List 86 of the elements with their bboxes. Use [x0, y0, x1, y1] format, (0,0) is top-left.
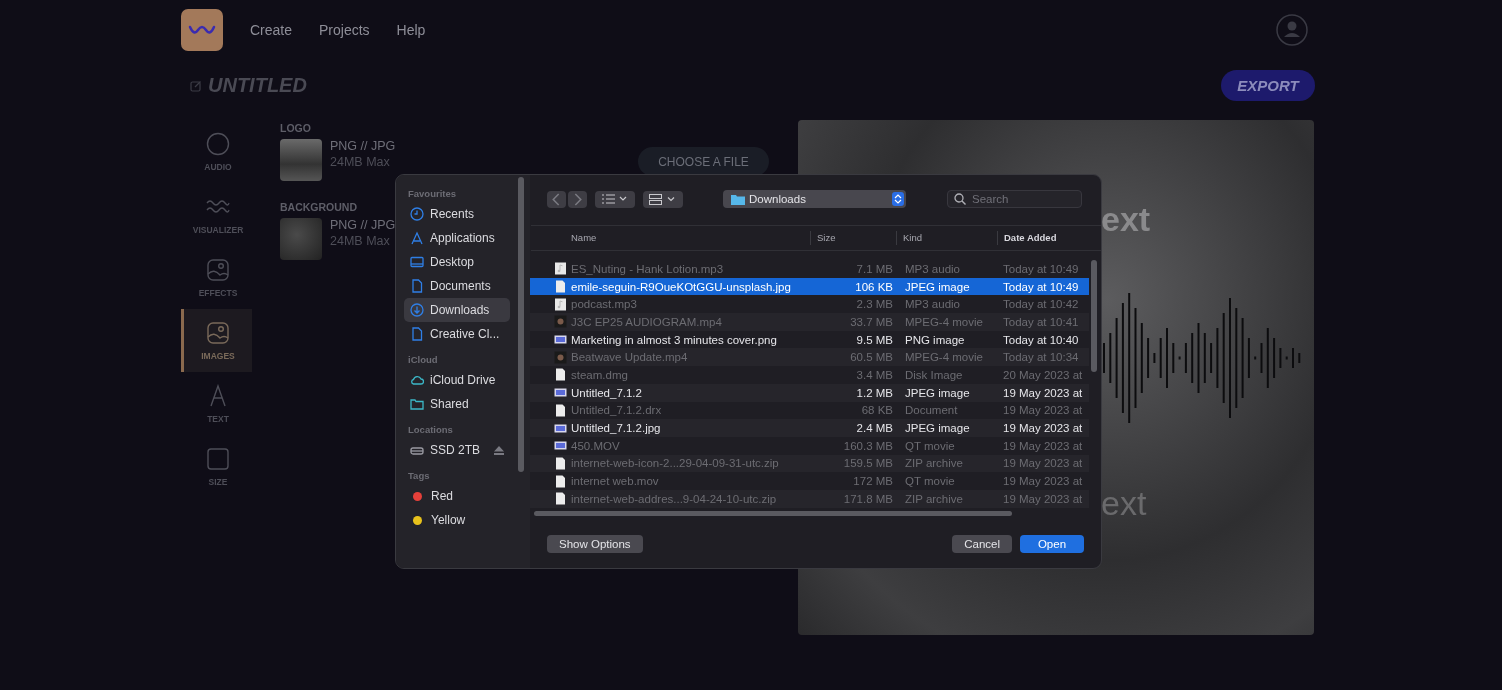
- sidebar-icon: [410, 303, 424, 317]
- file-row[interactable]: internet web.mov 172 MB QT movie 19 May 2023 at: [530, 472, 1089, 490]
- sidebar-item[interactable]: Red: [404, 484, 510, 508]
- location-dropdown[interactable]: Downloads: [723, 190, 906, 208]
- column-header[interactable]: Name: [531, 231, 810, 245]
- file-row[interactable]: Marketing in almost 3 minutes cover.png 9.5 MB PNG image Today at 10:40: [530, 330, 1089, 349]
- file-icon: [554, 315, 567, 329]
- format-label: PNG // JPG: [330, 139, 396, 153]
- file-icon: [554, 474, 567, 488]
- nav-link[interactable]: Projects: [319, 22, 370, 38]
- file-row[interactable]: 450.MOV 160.3 MB QT movie 19 May 2023 at: [530, 436, 1089, 455]
- nav-link[interactable]: Help: [396, 22, 426, 38]
- file-row[interactable]: ES_Nuting - Hank Lotion.mp3 7.1 MB MP3 audio Today at 10:49: [530, 260, 1089, 278]
- sidebar-item[interactable]: Applications: [404, 226, 510, 250]
- export-button[interactable]: EXPORT: [1221, 70, 1315, 101]
- upload-heading: LOGO: [280, 122, 312, 134]
- column-header[interactable]: Kind: [896, 231, 997, 245]
- sidebar-icon: [410, 397, 424, 411]
- photo-placeholder: [280, 218, 322, 260]
- sidebar-icon: [410, 255, 424, 269]
- sidebar-icon: [410, 207, 424, 221]
- file-icon: [554, 492, 567, 506]
- file-icon: [554, 297, 567, 311]
- list-view-button[interactable]: [595, 190, 635, 208]
- format-label: PNG // JPG: [330, 218, 396, 232]
- sidebar-item[interactable]: Recents: [404, 202, 510, 226]
- sidebar-heading: iCloud: [407, 354, 439, 365]
- sidebar-heading: Tags: [407, 470, 431, 481]
- column-header[interactable]: Size: [810, 231, 896, 245]
- column-header[interactable]: Date Added: [997, 231, 1089, 245]
- file-icon: [554, 456, 567, 470]
- show-options-button[interactable]: Show Options: [547, 535, 643, 553]
- file-row[interactable]: podcast.mp3 2.3 MB MP3 audio Today at 10:42: [530, 295, 1089, 314]
- up-down-chevron-icon: [892, 192, 904, 206]
- file-icon: [554, 403, 567, 417]
- file-icon: [554, 350, 567, 364]
- photo-placeholder: [280, 139, 322, 181]
- tool-tab[interactable]: IMAGES: [181, 309, 252, 372]
- file-icon: [554, 280, 567, 294]
- app-logo[interactable]: [181, 9, 223, 51]
- cancel-button[interactable]: Cancel: [952, 535, 1012, 553]
- file-row[interactable]: emile-seguin-R9OueKOtGGU-unsplash.jpg 106 KB JPEG image Today at 10:49: [530, 277, 1089, 296]
- scrollbar[interactable]: [1091, 260, 1097, 372]
- back-forward-control[interactable]: [547, 190, 587, 208]
- file-row[interactable]: steam.dmg 3.4 MB Disk Image 20 May 2023 at: [530, 366, 1089, 384]
- sidebar-item[interactable]: Creative Cl...: [404, 322, 510, 346]
- list-view-icon: [602, 194, 628, 204]
- file-row[interactable]: Untitled_7.1.2.jpg 2.4 MB JPEG image 19 May 2023 at: [530, 419, 1089, 437]
- sidebar-item[interactable]: Desktop: [404, 250, 510, 274]
- sidebar-item[interactable]: iCloud Drive: [404, 368, 510, 392]
- file-row[interactable]: Untitled_7.1.2.drx 68 KB Document 19 May 2023 at: [530, 401, 1089, 420]
- tool-icon: [206, 131, 230, 156]
- size-limit: 24MB Max: [330, 155, 391, 169]
- file-icon: [554, 439, 567, 453]
- sidebar-icon: [410, 279, 424, 293]
- upload-heading: BACKGROUND: [280, 201, 358, 213]
- file-icon: [554, 368, 567, 382]
- sidebar-icon: [410, 373, 424, 387]
- preview-title: ext: [1101, 202, 1152, 236]
- eject-icon[interactable]: [494, 445, 504, 455]
- grid-view-button[interactable]: [643, 190, 683, 208]
- nav-link[interactable]: Create: [250, 22, 293, 38]
- sidebar-item[interactable]: SSD 2TB: [404, 438, 510, 462]
- sidebar-item[interactable]: Documents: [404, 274, 510, 298]
- sidebar-item[interactable]: Shared: [404, 392, 510, 416]
- file-icon: [554, 262, 567, 276]
- file-row[interactable]: Untitled_7.1.2 1.2 MB JPEG image 19 May 2023 at: [530, 383, 1089, 402]
- file-icon: [554, 333, 567, 347]
- sidebar-heading: Locations: [407, 424, 454, 435]
- sidebar-item[interactable]: Yellow: [404, 508, 510, 532]
- search-field[interactable]: Search: [947, 190, 1082, 208]
- open-button[interactable]: Open: [1020, 535, 1084, 553]
- tool-icon: [206, 257, 230, 282]
- tool-icon: [206, 320, 230, 345]
- scrollbar[interactable]: [534, 510, 1012, 516]
- grid-view-icon: [649, 193, 677, 205]
- sidebar-heading: Favourites: [407, 188, 458, 199]
- folder-icon: [731, 193, 745, 205]
- tool-icon: [206, 446, 230, 471]
- sidebar-item[interactable]: Downloads: [404, 298, 510, 322]
- size-limit: 24MB Max: [330, 234, 391, 248]
- scrollbar[interactable]: [518, 177, 524, 472]
- sidebar-icon: [410, 231, 424, 245]
- file-icon: [554, 386, 567, 400]
- choose-file-button[interactable]: CHOOSE A FILE: [638, 147, 769, 176]
- sidebar-icon: [410, 327, 424, 341]
